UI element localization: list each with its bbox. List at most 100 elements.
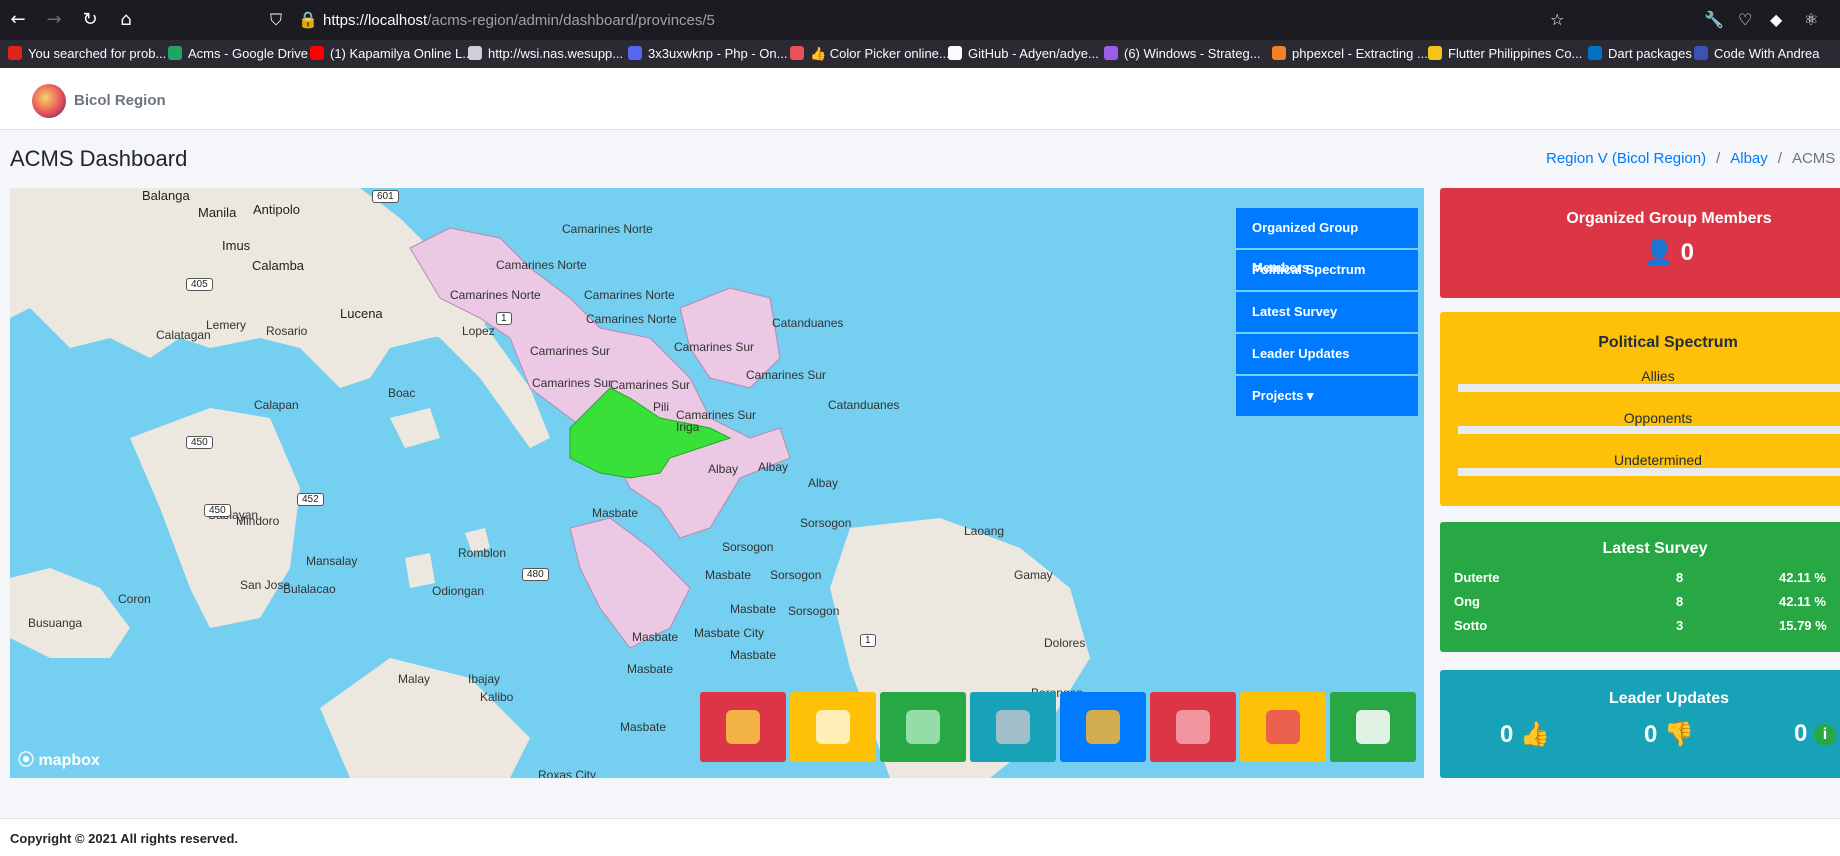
map-place-label: Sorsogon [722,540,774,554]
thumbs-up-icon: 👍 [1520,720,1550,748]
tag-icon [996,710,1030,744]
reload-icon[interactable]: ↻ [78,8,102,32]
map-place-label: Masbate [705,568,752,582]
bookmark-item[interactable]: (6) Windows - Strateg... [1104,46,1261,61]
political-spectrum-card: Political Spectrum Allies Opponents Unde… [1440,312,1840,506]
leader-info: 0 i [1794,720,1837,748]
ogm-count: 0 [1680,239,1694,266]
forward-arrow-icon[interactable]: → [42,8,66,32]
breadcrumb-region[interactable]: Region V (Bicol Region) [1546,150,1706,167]
map-place-label: Masbate [632,630,679,644]
map-place-label: Albay [808,476,839,490]
map-place-label: Camarines Norte [562,222,653,236]
survey-count: 3 [1676,618,1684,633]
bookmark-item[interactable]: phpexcel - Extracting ... [1272,46,1428,61]
bookmark-star-icon[interactable]: ☆ [1550,10,1564,29]
map-place-label: Malay [398,672,431,686]
breadcrumb-province[interactable]: Albay [1730,150,1768,167]
bookmark-item[interactable]: Flutter Philippines Co... [1428,46,1582,61]
map-place-label: Sorsogon [800,516,852,530]
menu-projects-dropdown[interactable]: Projects ▾ [1236,376,1418,416]
map-place-label: Romblon [458,546,507,560]
menu-political-spectrum[interactable]: Political Spectrum [1236,250,1418,290]
bookmark-item[interactable]: Code With Andrea [1694,46,1820,61]
map-place-label: Pili [653,400,670,414]
undetermined-label: Undetermined [1614,452,1702,468]
lightbulb-gear-icon [1086,710,1120,744]
survey-pct: 42.11 % [1779,594,1826,609]
info-icon: i [1814,724,1837,746]
map-place-label: Mansalay [306,554,358,568]
react-devtools-icon[interactable]: ⚛ [1804,10,1818,29]
ogm-title: Organized Group Members [1566,210,1772,227]
map-place-label: Iriga [676,420,700,434]
survey-name: Duterte [1454,570,1500,585]
browser-toolbar: ← → ↻ ⌂ ⛉ 🔒 https://localhost/acms-regio… [0,0,1840,40]
bookmark-favicon-icon [628,46,642,60]
bookmark-favicon-icon [1104,46,1118,60]
copyright-text: Copyright © 2021 All rights reserved. [10,831,239,846]
home-icon[interactable]: ⌂ [114,8,138,32]
map-place-label: Albay [758,460,789,474]
bookmark-item[interactable]: You searched for prob... [8,46,166,61]
map-place-label: Camarines Sur [676,408,757,422]
bookmark-item[interactable]: GitHub - Adyen/adye... [948,46,1099,61]
lightbulb-gear-tile[interactable] [1060,692,1146,762]
survey-name: Sotto [1454,618,1488,633]
app-navbar: Bicol Region [0,68,1840,130]
bookmark-favicon-icon [468,46,482,60]
map-place-label: Coron [118,592,151,606]
province-map[interactable]: Balanga Manila Antipolo Imus Calamba Lucena Le… [10,188,1424,778]
ballot-box-icon [1176,710,1210,744]
bookmark-item[interactable]: 3x3uxwknp - Php - On... [628,46,787,61]
bookmark-item[interactable]: 👍 Color Picker online... [790,46,950,62]
map-place-label: Camarines Sur [532,376,613,390]
bookmark-favicon-icon [310,46,324,60]
brand-name[interactable]: Bicol Region [74,92,166,109]
url-text[interactable]: https://localhost/acms-region/admin/dash… [323,12,715,29]
map-place-label: Camarines Sur [530,344,611,358]
bookmark-favicon-icon [790,46,804,60]
map-place-label: Rosario [266,324,308,338]
bookmark-item[interactable]: Dart packages [1588,46,1692,61]
extension-icon[interactable]: ◆ [1770,10,1782,29]
government-building-tile[interactable] [790,692,876,762]
map-place-label: Albay [708,462,739,476]
map-place-label: Sorsogon [770,568,822,582]
climber-tile[interactable] [1240,692,1326,762]
menu-organized-group-members[interactable]: Organized Group Members [1236,208,1418,275]
undetermined-progress-bar [1458,468,1840,476]
chart-grid-tile[interactable] [880,692,966,762]
shield-icon[interactable]: ⛉ [270,10,282,30]
map-pin-tile[interactable] [700,692,786,762]
bookmark-item[interactable]: (1) Kapamilya Online L... [310,46,473,61]
survey-pct: 15.79 % [1779,618,1827,633]
bookmark-item[interactable]: http://wsi.nas.wesupp... [468,46,623,61]
menu-latest-survey[interactable]: Latest Survey [1236,292,1418,332]
tag-tile[interactable] [970,692,1056,762]
map-land [10,188,1090,778]
leader-title: Leader Updates [1608,690,1730,707]
map-place-label: Balanga [142,188,190,203]
ballot-box-tile[interactable] [1150,692,1236,762]
map-pin-icon [726,710,760,744]
map-place-label: Masbate [592,506,639,520]
menu-leader-updates[interactable]: Leader Updates [1236,334,1418,374]
map-place-label: Laoang [964,524,1005,538]
back-arrow-icon[interactable]: ← [6,8,30,32]
brand-logo[interactable] [32,84,66,118]
map-place-label: Antipolo [253,202,300,217]
bookmark-item[interactable]: Acms - Google Drive [168,46,308,61]
bookmarks-bar: You searched for prob... Acms - Google Dr… [0,40,1840,68]
map-place-label: Camarines Norte [450,288,541,302]
map-place-label: Boac [388,386,416,400]
pocket-icon[interactable]: ♡ [1738,10,1752,29]
allies-label: Allies [1641,368,1675,384]
mountain-tile[interactable] [1330,692,1416,762]
wrench-icon[interactable]: 🔧 [1704,10,1724,29]
climber-icon [1266,710,1300,744]
road-shield: 405 [186,278,213,291]
map-place-label: Busuanga [28,616,83,630]
mapbox-logo[interactable]: ⦿ mapbox [18,746,100,770]
road-shield: 1 [860,634,876,647]
